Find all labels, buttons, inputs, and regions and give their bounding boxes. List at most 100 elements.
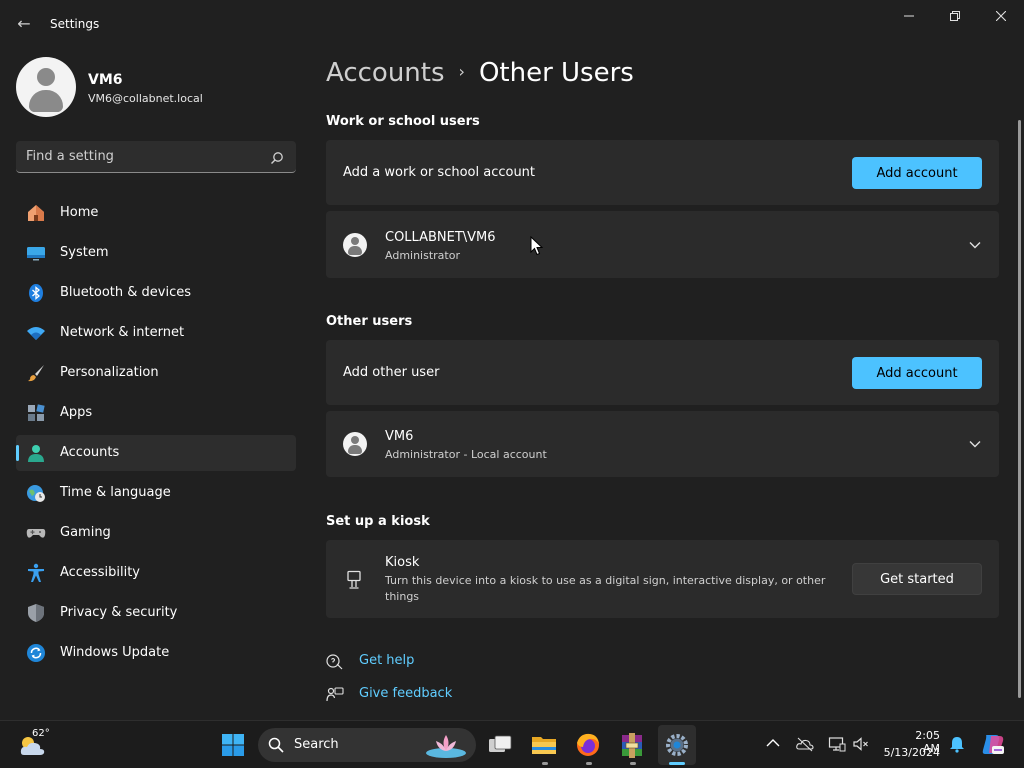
section-title-other-users: Other users — [326, 314, 413, 329]
sidebar-item-accessibility[interactable]: Accessibility — [16, 555, 296, 591]
user-avatar-icon — [343, 233, 367, 257]
close-button[interactable] — [978, 6, 1024, 28]
start-button[interactable] — [217, 729, 249, 761]
chevron-down-icon[interactable] — [967, 237, 983, 253]
user-role: Administrator - Local account — [385, 448, 547, 461]
brush-icon — [26, 363, 46, 383]
sidebar-item-label: Network & internet — [60, 325, 185, 340]
system-icon — [26, 243, 46, 263]
volume-tray-button[interactable] — [852, 735, 870, 753]
section-title-work-school: Work or school users — [326, 114, 480, 129]
shield-icon — [26, 603, 46, 623]
chevron-up-icon — [766, 739, 780, 747]
add-work-school-account-button[interactable]: Add account — [852, 157, 982, 189]
breadcrumb-parent[interactable]: Accounts — [326, 58, 445, 88]
sidebar-item-windows-update[interactable]: Windows Update — [16, 635, 296, 671]
work-school-user-card[interactable]: COLLABNET\VM6 Administrator — [326, 211, 999, 278]
chevron-down-icon[interactable] — [967, 436, 983, 452]
settings-icon — [666, 734, 688, 756]
sidebar-item-accounts[interactable]: Accounts — [16, 435, 296, 471]
get-started-button[interactable]: Get started — [852, 563, 982, 595]
back-button[interactable]: ← — [12, 12, 36, 36]
taskbar-search[interactable]: Search — [258, 728, 476, 762]
bell-icon — [950, 737, 964, 753]
sidebar-item-privacy-security[interactable]: Privacy & security — [16, 595, 296, 631]
sidebar-item-label: Accessibility — [60, 565, 140, 580]
update-icon — [26, 643, 46, 663]
minimize-icon — [904, 15, 914, 17]
user-profile[interactable]: VM6 VM6@collabnet.local — [16, 57, 296, 117]
settings-taskbar-button[interactable] — [658, 725, 696, 765]
sidebar-item-label: Personalization — [60, 365, 159, 380]
task-view-button[interactable] — [484, 729, 516, 761]
show-hidden-icons-button[interactable] — [764, 735, 782, 753]
copilot-icon — [982, 735, 1004, 754]
user-avatar-icon — [343, 432, 367, 456]
sidebar-item-label: Privacy & security — [60, 605, 178, 620]
onedrive-tray-button[interactable] — [796, 735, 814, 753]
kiosk-description-line2: things — [385, 590, 420, 603]
sidebar-item-apps[interactable]: Apps — [16, 395, 296, 431]
sidebar-item-bluetooth[interactable]: Bluetooth & devices — [16, 275, 296, 311]
clock-date[interactable]: 5/13/2024 — [880, 746, 940, 759]
add-other-user-card: Add other user Add account — [326, 340, 999, 405]
sidebar-item-network[interactable]: Network & internet — [16, 315, 296, 351]
weather-temperature: 62° — [32, 728, 50, 739]
help-icon — [326, 653, 344, 671]
firefox-button[interactable] — [572, 729, 604, 761]
copilot-button[interactable] — [980, 731, 1006, 757]
sidebar-item-label: Home — [60, 205, 99, 220]
bluetooth-icon — [26, 283, 46, 303]
avatar — [16, 57, 76, 117]
onedrive-offline-icon — [796, 737, 814, 752]
settings-search[interactable] — [16, 141, 296, 173]
sidebar-item-gaming[interactable]: Gaming — [16, 515, 296, 551]
winrar-button[interactable] — [616, 729, 648, 761]
sidebar-item-label: Windows Update — [60, 645, 170, 660]
profile-email: VM6@collabnet.local — [88, 92, 203, 105]
notifications-button[interactable] — [948, 735, 966, 753]
app-title: Settings — [50, 17, 100, 31]
file-explorer-button[interactable] — [528, 729, 560, 761]
search-icon[interactable] — [270, 150, 284, 164]
main-scrollbar[interactable] — [1018, 120, 1021, 698]
title-bar: ← Settings — [0, 0, 1024, 48]
restore-button[interactable] — [932, 6, 978, 28]
kiosk-description-line1: Turn this device into a kiosk to use as … — [385, 574, 826, 587]
sidebar-item-label: Gaming — [60, 525, 111, 540]
give-feedback-link[interactable]: Give feedback — [326, 685, 486, 705]
minimize-button[interactable] — [886, 6, 932, 28]
add-work-school-card: Add a work or school account Add account — [326, 140, 999, 205]
volume-muted-icon — [853, 737, 868, 751]
sidebar-item-system[interactable]: System — [16, 235, 296, 271]
home-icon — [26, 203, 46, 223]
active-app-indicator — [669, 762, 685, 765]
get-help-text[interactable]: Get help — [359, 653, 414, 668]
profile-name: VM6 — [88, 72, 123, 88]
kiosk-icon — [344, 570, 364, 590]
sidebar-item-label: Apps — [60, 405, 93, 420]
accounts-icon — [26, 443, 46, 463]
network-tray-button[interactable] — [828, 735, 846, 753]
file-explorer-icon — [532, 737, 556, 754]
apps-icon — [26, 403, 46, 423]
sidebar-item-label: Accounts — [60, 445, 120, 460]
accessibility-icon — [26, 563, 46, 583]
sidebar-item-home[interactable]: Home — [16, 195, 296, 231]
give-feedback-text[interactable]: Give feedback — [359, 686, 452, 701]
sidebar-nav: Home System Bluetooth & devices Network … — [16, 195, 296, 675]
sidebar-item-personalization[interactable]: Personalization — [16, 355, 296, 391]
sidebar-item-label: System — [60, 245, 109, 260]
add-other-user-account-button[interactable]: Add account — [852, 357, 982, 389]
feedback-icon — [326, 686, 344, 704]
sidebar-item-label: Time & language — [60, 485, 171, 500]
kiosk-title: Kiosk — [385, 555, 420, 570]
get-help-link[interactable]: Get help — [326, 652, 466, 672]
kiosk-card: Kiosk Turn this device into a kiosk to u… — [326, 540, 999, 618]
section-title-kiosk: Set up a kiosk — [326, 514, 430, 529]
page-title: Other Users — [478, 58, 634, 88]
search-input[interactable] — [26, 141, 266, 172]
other-user-card[interactable]: VM6 Administrator - Local account — [326, 411, 999, 477]
running-indicator — [542, 762, 548, 765]
sidebar-item-time-language[interactable]: Time & language — [16, 475, 296, 511]
